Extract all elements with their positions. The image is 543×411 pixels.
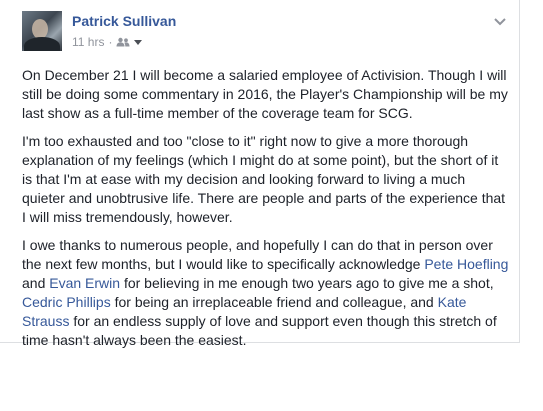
paragraph-text: for an endless supply of love and suppor… — [22, 313, 497, 348]
post-paragraph: I owe thanks to numerous people, and hop… — [22, 236, 510, 350]
post-card: Patrick Sullivan 11 hrs · On December 21… — [0, 0, 520, 348]
mention-pete-hoefling[interactable]: Pete Hoefling — [424, 256, 508, 272]
avatar[interactable] — [22, 11, 62, 51]
post-timestamp[interactable]: 11 hrs — [72, 35, 104, 49]
avatar-face — [32, 19, 48, 39]
post-paragraph: On December 21 I will become a salaried … — [22, 67, 508, 121]
paragraph-text: for being an irreplaceable friend and co… — [110, 294, 438, 310]
post-meta: 11 hrs · — [72, 35, 143, 49]
audience-caret-icon[interactable] — [134, 39, 143, 45]
meta-separator: · — [108, 35, 113, 49]
author-name[interactable]: Patrick Sullivan — [72, 13, 176, 29]
post-paragraph: I'm too exhausted and too "close to it" … — [22, 133, 506, 225]
paragraph-text: for believing in me enough two years ago… — [120, 275, 494, 291]
friends-icon[interactable] — [116, 37, 130, 47]
post-body: On December 21 I will become a salaried … — [22, 66, 510, 359]
mention-evan-erwin[interactable]: Evan Erwin — [49, 275, 120, 291]
paragraph-text: I owe thanks to numerous people, and hop… — [22, 237, 493, 272]
mention-cedric-phillips[interactable]: Cedric Phillips — [22, 294, 111, 310]
chevron-down-icon[interactable] — [493, 14, 507, 26]
paragraph-text: and — [22, 275, 50, 291]
avatar-shoulder — [24, 37, 60, 51]
